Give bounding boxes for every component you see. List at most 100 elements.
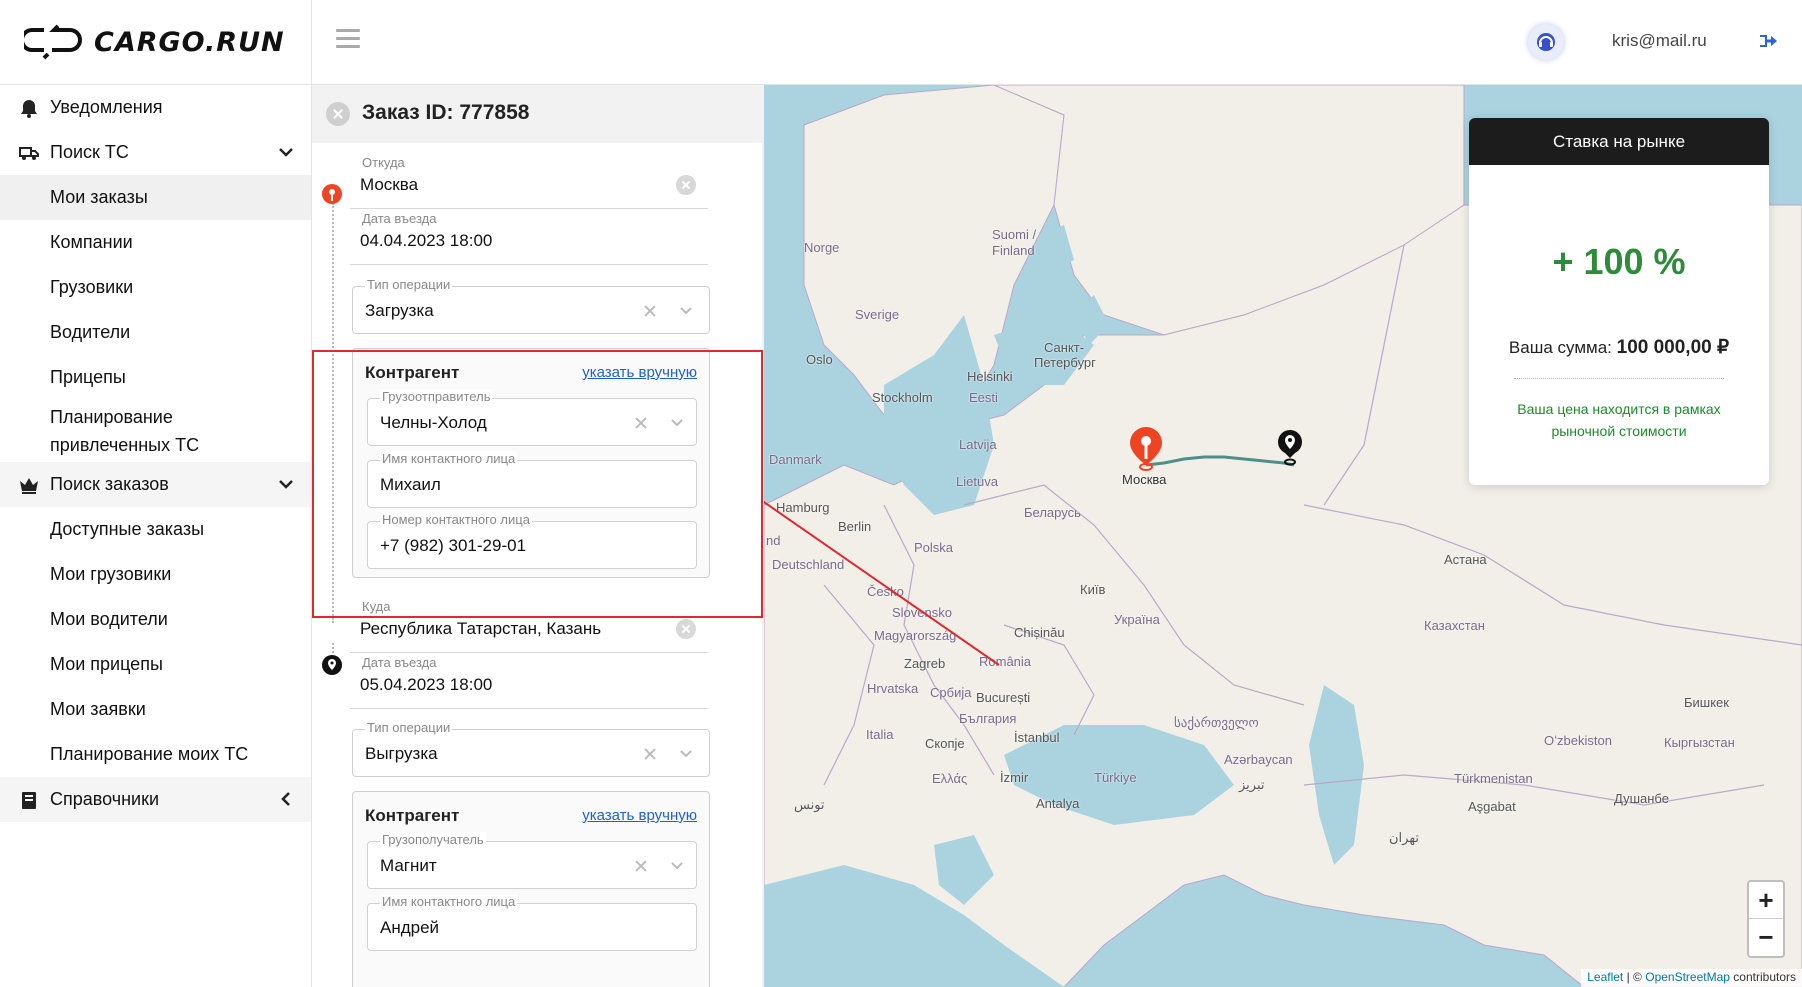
menu-toggle-icon[interactable] — [336, 29, 360, 49]
market-note: Ваша цена находится в рамках рыночной ст… — [1517, 401, 1721, 439]
chevron-down-icon[interactable] — [670, 416, 684, 430]
sidebar-item-trucks[interactable]: Грузовики — [0, 265, 311, 310]
sidebar-item-notifications[interactable]: Уведомления — [0, 85, 311, 130]
chevron-down-icon[interactable] — [670, 859, 684, 873]
logo[interactable]: CARGO.RUN — [24, 22, 285, 62]
order-form: Откуда Москва Дата въезда 04.04.2023 18:… — [312, 143, 762, 987]
sidebar-item-available-orders[interactable]: Доступные заказы — [0, 507, 311, 552]
contact-name-value: Михаил — [380, 475, 441, 494]
user-email[interactable]: kris@mail.ru — [1612, 31, 1707, 51]
map-label: Antalya — [1036, 796, 1080, 811]
leaflet-link[interactable]: Leaflet — [1587, 970, 1623, 984]
shipper-select[interactable]: Грузоотправитель Челны-Холод — [367, 389, 697, 446]
map-label: Душанбе — [1614, 791, 1669, 806]
map-attribution: Leaflet | © OpenStreetMap contributors — [1581, 969, 1802, 987]
sidebar-item-my-trailers[interactable]: Мои прицепы — [0, 642, 311, 687]
map-label: Finland — [992, 243, 1035, 258]
support-headset-icon[interactable] — [1528, 24, 1564, 60]
close-order-icon[interactable] — [326, 102, 350, 126]
map-label: Türkmenistan — [1454, 771, 1533, 786]
clear-select-icon[interactable] — [634, 416, 648, 430]
destination-pin-icon — [322, 655, 342, 675]
sidebar-item-label: Мои заявки — [50, 699, 146, 719]
origin-date-field[interactable]: Дата въезда 04.04.2023 18:00 — [350, 209, 708, 265]
manual-entry-link[interactable]: указать вручную — [582, 364, 697, 381]
sidebar-item-directories[interactable]: Справочники — [0, 777, 311, 822]
sidebar-item-my-requests[interactable]: Мои заявки — [0, 687, 311, 732]
origin-label: Откуда — [362, 155, 405, 170]
zoom-control: + − — [1747, 880, 1785, 958]
destination-field[interactable]: Куда Республика Татарстан, Казань — [350, 597, 708, 653]
map-label: Санкт- — [1044, 340, 1085, 355]
counterparty-title: Контрагент — [365, 806, 460, 825]
sidebar-item-label: Справочники — [50, 789, 160, 809]
map-label: Norge — [804, 240, 840, 255]
origin-map-marker-icon[interactable] — [1128, 425, 1164, 471]
sidebar-item-label: Мои грузовики — [50, 564, 172, 584]
manual-entry-link[interactable]: указать вручную — [582, 807, 697, 824]
map-label: İstanbul — [1014, 730, 1060, 745]
order-title: Заказ ID: 777858 — [362, 101, 530, 124]
map-label: Oʻzbekiston — [1544, 733, 1612, 748]
sidebar-item-vehicle-search[interactable]: Поиск ТС — [0, 130, 311, 175]
destination-value: Республика Татарстан, Казань — [360, 619, 602, 638]
sidebar-item-trailers[interactable]: Прицепы — [0, 355, 311, 400]
map-label: Србија — [930, 685, 972, 700]
sidebar-item-drivers[interactable]: Водители — [0, 310, 311, 355]
clear-select-icon[interactable] — [643, 747, 657, 761]
destination-date-label: Дата въезда — [362, 655, 437, 670]
divider — [1514, 378, 1724, 379]
map-label: Suomi / — [992, 227, 1037, 242]
chevron-down-icon — [279, 480, 293, 489]
sidebar-item-label: Доступные заказы — [50, 519, 205, 539]
map-label: Italia — [866, 727, 894, 742]
destination-date-field[interactable]: Дата въезда 05.04.2023 18:00 — [350, 653, 708, 709]
origin-operation-select[interactable]: Тип операции Загрузка — [352, 277, 710, 334]
logout-icon[interactable] — [1757, 30, 1779, 52]
destination-counterparty-card: Контрагент указать вручную Грузополучате… — [352, 791, 710, 987]
contact-name-label: Имя контактного лица — [380, 894, 518, 909]
map-label: Aşgabat — [1468, 799, 1516, 814]
chevron-left-icon — [281, 792, 290, 806]
sidebar-item-order-search[interactable]: Поиск заказов — [0, 462, 311, 507]
sidebar-item-companies[interactable]: Компании — [0, 220, 311, 265]
sidebar-item-my-orders[interactable]: Мои заказы — [0, 175, 311, 220]
logo-mark-icon — [24, 24, 82, 60]
sidebar-item-my-drivers[interactable]: Мои водители — [0, 597, 311, 642]
map-label: Скопје — [925, 736, 965, 751]
origin-operation-value: Загрузка — [365, 301, 434, 320]
origin-operation-label: Тип операции — [365, 277, 453, 292]
consignee-select[interactable]: Грузополучатель Магнит — [367, 832, 697, 889]
origin-field[interactable]: Откуда Москва — [350, 153, 708, 209]
chevron-down-icon[interactable] — [679, 304, 693, 318]
chevron-down-icon — [279, 148, 293, 157]
origin-pin-icon — [322, 184, 342, 204]
contact-phone-input[interactable]: Номер контактного лица +7 (982) 301-29-0… — [367, 512, 697, 569]
clear-origin-icon[interactable] — [676, 175, 696, 195]
sidebar-item-my-trucks[interactable]: Мои грузовики — [0, 552, 311, 597]
map-label: تبریز — [1239, 777, 1265, 792]
clear-select-icon[interactable] — [643, 304, 657, 318]
consignee-value: Магнит — [380, 856, 437, 875]
map-label: საქართველო — [1174, 715, 1259, 730]
contact-name-input[interactable]: Имя контактного лица Михаил — [367, 451, 697, 508]
origin-value: Москва — [360, 175, 419, 194]
sidebar: Уведомления Поиск ТС Мои заказы Компании… — [0, 85, 312, 987]
zoom-in-button[interactable]: + — [1749, 882, 1783, 919]
route-map[interactable]: Norge Suomi / Finland Sverige Oslo Stock… — [764, 85, 1802, 987]
contact-name-input[interactable]: Имя контактного лица Андрей — [367, 894, 697, 951]
chevron-down-icon[interactable] — [679, 747, 693, 761]
destination-operation-select[interactable]: Тип операции Выгрузка — [352, 720, 710, 777]
order-panel: Заказ ID: 777858 Откуда Москва Дата въез… — [312, 85, 764, 987]
zoom-out-button[interactable]: − — [1749, 919, 1783, 956]
market-rate-title: Ставка на рынке — [1469, 118, 1769, 165]
clear-destination-icon[interactable] — [676, 619, 696, 639]
sidebar-item-label: Мои прицепы — [50, 654, 163, 674]
destination-map-marker-icon[interactable] — [1276, 430, 1304, 470]
map-label: Azərbaycan — [1224, 752, 1293, 767]
sidebar-item-my-planning[interactable]: Планирование моих ТС — [0, 732, 311, 777]
sidebar-item-hired-planning[interactable]: Планирование привлеченных ТС — [0, 400, 311, 462]
annotation-arrow — [764, 500, 1000, 666]
osm-link[interactable]: OpenStreetMap — [1645, 970, 1730, 984]
clear-select-icon[interactable] — [634, 859, 648, 873]
